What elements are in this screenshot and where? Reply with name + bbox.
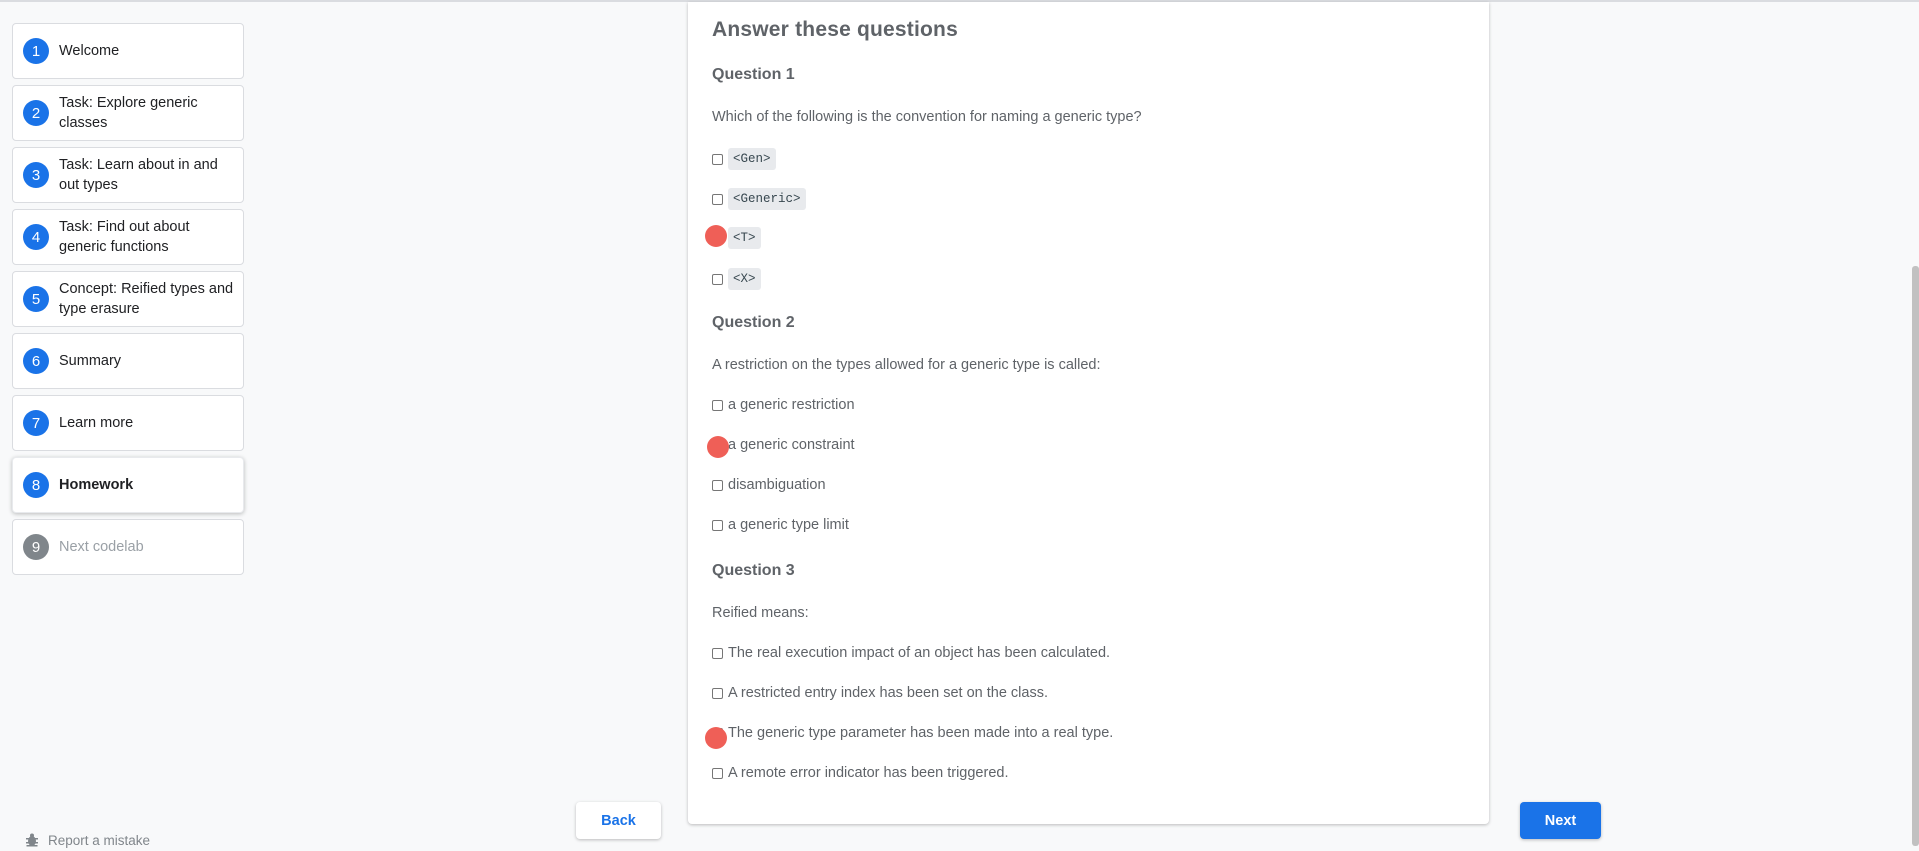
option-text: disambiguation [728,477,826,493]
question-2-title: Question 2 [712,314,795,331]
step-number: 6 [23,348,49,374]
question-2-text: A restriction on the types allowed for a… [712,357,1101,373]
option-text: a generic constraint [728,437,855,453]
option-text: The generic type parameter has been made… [728,725,1114,741]
step-number: 7 [23,410,49,436]
step-number: 8 [23,472,49,498]
step-number: 2 [23,100,49,126]
page-scrollbar[interactable] [1912,266,1919,846]
checkbox[interactable] [712,153,723,165]
step-item-homework[interactable]: 8 Homework [12,457,244,513]
option-text: A remote error indicator has been trigge… [728,765,1009,781]
checkbox[interactable] [712,273,723,285]
page-title: Answer these questions [712,18,958,41]
checkbox[interactable] [712,399,723,411]
option-text: <Generic> [728,188,806,210]
checkbox[interactable] [712,193,723,205]
checkbox[interactable] [712,479,723,491]
step-label: Homework [59,477,134,493]
step-label: Next codelab [59,539,144,555]
question-1-text: Which of the following is the convention… [712,109,1142,125]
checkbox[interactable] [712,687,723,699]
step-label: Task: Find out about generic functions [59,219,190,255]
question-3-title: Question 3 [712,562,795,579]
step-item-in-out-types[interactable]: 3 Task: Learn about in and out types [12,147,244,203]
step-number: 1 [23,38,49,64]
step-number: 5 [23,286,49,312]
option-text: a generic type limit [728,517,849,533]
next-button[interactable]: Next [1520,802,1601,839]
step-item-reified-types[interactable]: 5 Concept: Reified types and type erasur… [12,271,244,327]
option-text: <Gen> [728,148,776,170]
step-list: 1 Welcome 2 Task: Explore generic classe… [12,23,244,581]
step-label: Learn more [59,415,134,431]
q2-option-restriction[interactable]: a generic restriction [712,397,855,413]
step-item-summary[interactable]: 6 Summary [12,333,244,389]
question-3-text: Reified means: [712,605,809,621]
option-text: A restricted entry index has been set on… [728,685,1048,701]
step-item-explore-generic-classes[interactable]: 2 Task: Explore generic classes [12,85,244,141]
step-number: 4 [23,224,49,250]
q3-option-restricted-entry[interactable]: A restricted entry index has been set on… [712,685,1048,701]
step-label: Task: Learn about in and out types [59,157,218,193]
step-item-welcome[interactable]: 1 Welcome [12,23,244,79]
question-1-title: Question 1 [712,66,795,83]
step-item-learn-more[interactable]: 7 Learn more [12,395,244,451]
q3-option-real-execution[interactable]: The real execution impact of an object h… [712,645,1110,661]
q3-option-remote-error[interactable]: A remote error indicator has been trigge… [712,765,1008,781]
report-mistake-label: Report a mistake [48,832,151,848]
q1-option-x[interactable]: <X> [712,268,761,290]
q1-option-generic[interactable]: <Generic> [712,188,806,210]
checkbox[interactable] [712,519,723,531]
option-text: The real execution impact of an object h… [728,645,1111,661]
step-label: Task: Explore generic classes [59,95,198,131]
q1-option-gen[interactable]: <Gen> [712,148,776,170]
step-label: Concept: Reified types and type erasure [59,281,234,317]
homework-card: Answer these questions Question 1 Which … [688,2,1489,824]
q2-option-constraint[interactable]: a generic constraint [712,437,855,453]
step-item-next-codelab[interactable]: 9 Next codelab [12,519,244,575]
cursor-marker [705,225,727,247]
q2-option-type-limit[interactable]: a generic type limit [712,517,849,533]
cursor-marker [707,436,729,458]
option-text: <X> [728,268,761,290]
q2-option-disambiguation[interactable]: disambiguation [712,477,826,493]
checkbox[interactable] [712,647,723,659]
option-text: a generic restriction [728,397,855,413]
step-number: 9 [23,534,49,560]
back-button[interactable]: Back [576,802,661,839]
step-label: Welcome [59,43,120,59]
option-text: <T> [728,227,761,249]
checkbox[interactable] [712,767,723,779]
cursor-marker [705,727,727,749]
step-number: 3 [23,162,49,188]
q3-option-real-type[interactable]: The generic type parameter has been made… [712,725,1113,741]
step-label: Summary [59,353,122,369]
step-item-generic-functions[interactable]: 4 Task: Find out about generic functions [12,209,244,265]
